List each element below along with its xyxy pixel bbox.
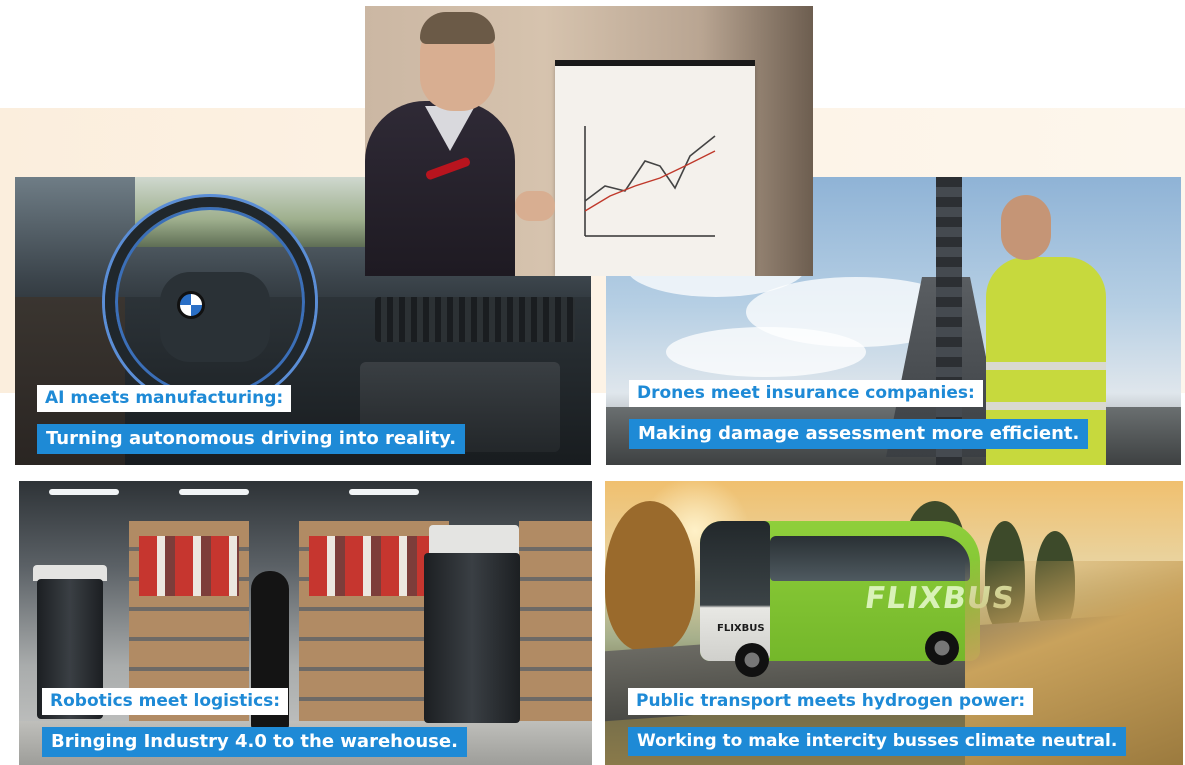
photo-hydrogen-bus: FLIXBUS FLIXBUS [605, 481, 1183, 765]
air-vent [375, 297, 575, 342]
shelf [519, 521, 592, 751]
photo-presenter [365, 6, 813, 276]
presenter-hand [515, 191, 555, 221]
cloud [666, 327, 866, 377]
bus-wheel [735, 643, 769, 677]
robot-top [429, 525, 519, 555]
chart-line-red [584, 150, 716, 212]
bus-windows [770, 536, 970, 581]
caption-headline-drone: Drones meet insurance companies: [629, 380, 983, 407]
chart-line-dark [584, 135, 716, 202]
vest-stripe [986, 402, 1106, 410]
caption-subline-bus: Working to make intercity busses climate… [628, 727, 1127, 756]
shoe-boxes [309, 536, 439, 596]
hand-drawn-chart [584, 126, 716, 237]
caption-subline-warehouse: Bringing Industry 4.0 to the warehouse. [42, 727, 467, 757]
ceiling-light [349, 489, 419, 495]
caption-headline-car: AI meets manufacturing: [37, 385, 292, 412]
ceiling-light [49, 489, 119, 495]
presenter-hair [420, 12, 495, 44]
bus-front [700, 521, 770, 661]
tree [605, 501, 695, 651]
bus-wheel [925, 631, 959, 665]
steering-hub [160, 272, 270, 362]
caption-subline-drone: Making damage assessment more efficient. [629, 419, 1089, 449]
ceiling-light [179, 489, 249, 495]
caption-headline-warehouse: Robotics meet logistics: [42, 688, 289, 715]
shoe-boxes [139, 536, 239, 596]
robot [424, 553, 520, 723]
caption-headline-bus: Public transport meets hydrogen power: [628, 688, 1034, 715]
bus-brand-front: FLIXBUS [717, 623, 765, 634]
worker-head [1001, 195, 1051, 260]
vest-stripe [986, 362, 1106, 370]
caption-subline-car: Turning autonomous driving into reality. [37, 424, 466, 454]
car-logo-icon [177, 291, 205, 319]
photo-warehouse-robots [19, 481, 592, 765]
